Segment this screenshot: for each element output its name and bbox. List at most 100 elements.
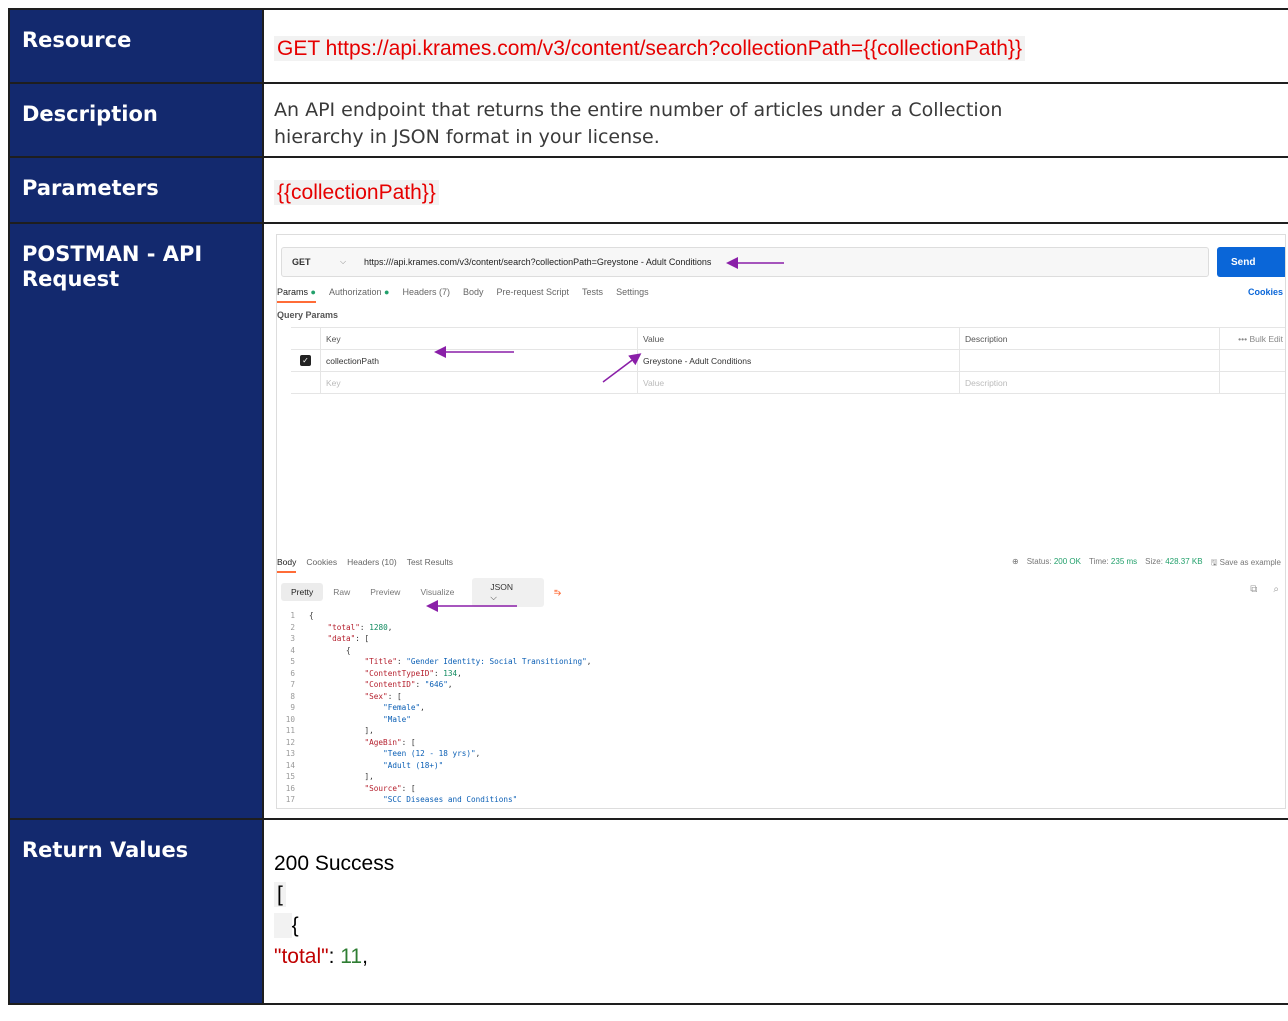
- code-punct: ,: [387, 622, 393, 632]
- code-line: 17 "SCC Diseases and Conditions": [281, 794, 1281, 806]
- request-tabs: Params ● Authorization ● Headers (7) Bod…: [277, 287, 1285, 305]
- tab-response-body[interactable]: Body: [277, 557, 297, 573]
- code-punct: : [: [401, 783, 416, 793]
- code-indent: ],: [309, 772, 374, 781]
- line-number: 17: [285, 795, 295, 804]
- code-line: 15 ],: [281, 771, 1281, 783]
- view-raw[interactable]: Raw: [323, 583, 360, 601]
- view-pretty[interactable]: Pretty: [281, 583, 324, 601]
- code-key: "Source": [364, 783, 402, 793]
- code-line: 11 ],: [281, 725, 1281, 737]
- params-empty-row: Key Value Description: [291, 372, 1285, 394]
- method-select[interactable]: GET: [282, 257, 340, 267]
- code-line: 8 "Sex": [: [281, 691, 1281, 703]
- status-text: Status: 200 OK: [1027, 557, 1081, 571]
- save-example-label: Save as example: [1219, 558, 1281, 567]
- response-code: 1{ 2 "total": 1280, 3 "data": [ 4 { 5 "T…: [281, 610, 1281, 806]
- save-example-button[interactable]: 🖫 Save as example: [1211, 557, 1281, 571]
- checkbox-checked-icon[interactable]: ✓: [300, 355, 311, 366]
- copy-icon[interactable]: ⧉: [1250, 584, 1257, 595]
- bulk-edit-button[interactable]: ••• Bulk Edit: [1220, 328, 1285, 349]
- code-line: 16 "Source": [: [281, 783, 1281, 795]
- code-punct: :: [415, 680, 425, 689]
- view-preview[interactable]: Preview: [360, 583, 410, 601]
- tab-authorization[interactable]: Authorization ●: [329, 287, 390, 305]
- description-placeholder[interactable]: Description: [960, 372, 1220, 393]
- size-text: Size: 428.37 KB: [1145, 557, 1202, 571]
- code-punct: ,: [475, 749, 481, 758]
- format-select[interactable]: JSON ⌵: [472, 577, 545, 607]
- wrap-lines-icon[interactable]: ⥱: [544, 583, 571, 602]
- code-key: "ContentID": [364, 680, 416, 689]
- more-icon: •••: [1238, 333, 1250, 344]
- postman-screenshot-cell: GET ⌵ https:///api.krames.com/v3/content…: [264, 224, 1288, 818]
- param-description[interactable]: [960, 350, 1220, 371]
- code-string: "Gender Identity: Social Transitioning": [406, 657, 587, 666]
- chevron-down-icon[interactable]: ⌵: [340, 257, 364, 267]
- code-line: 4 {: [281, 645, 1281, 657]
- resource-value-cell: GET https://api.krames.com/v3/content/se…: [264, 10, 1288, 82]
- globe-icon: ⊕: [1012, 557, 1019, 566]
- checkbox-cell[interactable]: ✓: [291, 350, 321, 371]
- tab-params[interactable]: Params ●: [277, 287, 316, 303]
- tab-response-cookies[interactable]: Cookies: [306, 557, 337, 573]
- line-number: 12: [285, 737, 295, 747]
- code-punct: :: [433, 668, 444, 678]
- url-input[interactable]: https:///api.krames.com/v3/content/searc…: [364, 257, 711, 267]
- time-text: Time: 235 ms: [1089, 557, 1137, 571]
- tab-test-results[interactable]: Test Results: [407, 557, 453, 573]
- param-key[interactable]: collectionPath: [321, 350, 638, 371]
- code-line: 3 "data": [: [281, 633, 1281, 645]
- value-placeholder[interactable]: Value: [638, 372, 960, 393]
- view-visualize[interactable]: Visualize: [410, 583, 464, 601]
- query-params-title: Query Params: [277, 310, 339, 320]
- time-value: 235 ms: [1110, 557, 1138, 566]
- code-string: "Female": [383, 703, 421, 712]
- return-values-label: Return Values: [10, 820, 264, 1003]
- search-icon[interactable]: ⌕: [1273, 584, 1279, 595]
- size-label: Size:: [1145, 557, 1163, 566]
- tab-response-headers[interactable]: Headers (10): [347, 557, 397, 573]
- tab-settings[interactable]: Settings: [616, 287, 649, 305]
- postman-label: POSTMAN - API Request: [10, 224, 264, 818]
- line-number: 11: [285, 726, 295, 735]
- code-key: "total": [327, 622, 360, 632]
- tab-headers[interactable]: Headers (7): [402, 287, 450, 305]
- return-number: 11: [340, 945, 363, 968]
- size-value: 428.37 KB: [1165, 557, 1203, 566]
- return-bracket: [: [274, 882, 286, 907]
- col-key: Key: [321, 328, 638, 349]
- tab-prerequest[interactable]: Pre-request Script: [497, 287, 570, 305]
- row-spacer: [1220, 372, 1285, 393]
- response-status: ⊕ Status: 200 OK Time: 235 ms Size: 428.…: [1012, 557, 1281, 571]
- line-number: 5: [290, 657, 295, 666]
- code-line: 14 "Adult (18+)": [281, 760, 1281, 772]
- return-indent: [274, 913, 292, 938]
- dot-icon: ●: [310, 287, 316, 297]
- tab-body[interactable]: Body: [463, 287, 484, 305]
- param-value[interactable]: Greystone - Adult Conditions: [638, 350, 960, 371]
- code-line: 2 "total": 1280,: [281, 622, 1281, 634]
- cookies-link[interactable]: Cookies: [1248, 287, 1283, 297]
- line-number: 6: [290, 668, 295, 678]
- code-number: 134: [443, 668, 458, 678]
- url-bar[interactable]: GET ⌵ https:///api.krames.com/v3/content…: [281, 247, 1209, 277]
- header-spacer: [291, 328, 321, 349]
- key-placeholder[interactable]: Key: [321, 372, 638, 393]
- dot-icon: ●: [384, 287, 390, 297]
- status-label: Status:: [1026, 557, 1052, 566]
- send-button[interactable]: Send: [1217, 247, 1285, 277]
- code-punct: : [: [355, 634, 370, 643]
- tab-tests[interactable]: Tests: [582, 287, 603, 305]
- code-punct: ,: [457, 668, 462, 678]
- line-number: 3: [290, 634, 295, 643]
- time-label: Time:: [1088, 557, 1109, 566]
- line-number: 8: [290, 691, 295, 701]
- tab-params-label: Params: [277, 287, 309, 297]
